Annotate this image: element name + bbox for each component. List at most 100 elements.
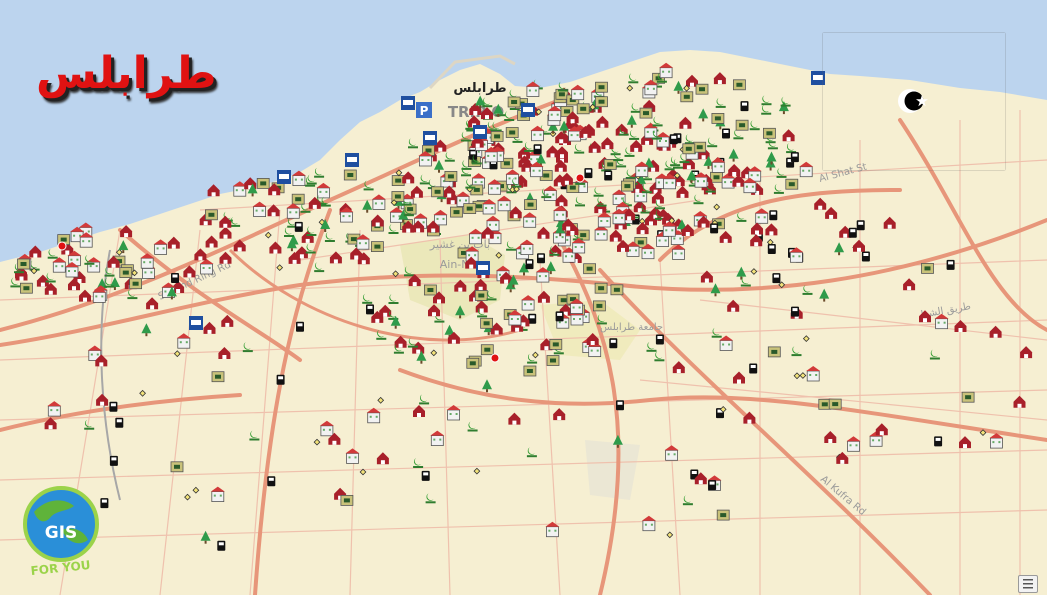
fuel-icon[interactable] (722, 128, 730, 139)
bank-icon[interactable] (592, 300, 606, 312)
fuel-icon[interactable] (669, 134, 678, 145)
bank-icon[interactable] (610, 284, 624, 296)
fuel-icon[interactable] (366, 304, 374, 315)
bank-icon[interactable] (340, 494, 354, 506)
bank-icon[interactable] (524, 199, 537, 211)
fuel-icon[interactable] (109, 455, 118, 466)
bus-stop-icon[interactable] (473, 125, 487, 139)
fuel-icon[interactable] (100, 498, 109, 509)
bank-icon[interactable] (961, 391, 975, 403)
fuel-icon[interactable] (946, 259, 955, 270)
fuel-icon[interactable] (421, 470, 430, 481)
fuel-icon[interactable] (584, 168, 593, 179)
bus-stop-icon[interactable] (521, 103, 535, 117)
bank-icon[interactable] (546, 355, 560, 366)
red-marker-icon[interactable] (575, 173, 585, 183)
fuel-icon[interactable] (790, 152, 799, 163)
bank-icon[interactable] (583, 263, 597, 275)
fuel-icon[interactable] (708, 480, 717, 491)
bank-icon[interactable] (480, 344, 494, 356)
fuel-icon[interactable] (848, 227, 857, 238)
bank-icon[interactable] (370, 241, 384, 253)
fuel-icon[interactable] (861, 251, 870, 262)
fuel-icon[interactable] (217, 540, 226, 551)
bank-icon[interactable] (735, 119, 749, 131)
bank-icon[interactable] (695, 83, 709, 95)
fuel-icon[interactable] (791, 306, 799, 317)
bank-icon[interactable] (620, 180, 634, 192)
bank-icon[interactable] (466, 357, 480, 369)
fuel-icon[interactable] (109, 401, 118, 412)
bank-icon[interactable] (594, 282, 608, 294)
bank-icon[interactable] (716, 509, 730, 521)
bank-icon[interactable] (470, 184, 484, 196)
fuel-icon[interactable] (555, 311, 564, 322)
bus-stop-icon[interactable] (401, 96, 415, 110)
fuel-icon[interactable] (267, 476, 276, 487)
bank-icon[interactable] (828, 398, 842, 410)
bank-icon[interactable] (505, 127, 519, 138)
bank-icon[interactable] (921, 262, 934, 274)
bus-stop-icon[interactable] (345, 153, 359, 167)
bus-stop-icon[interactable] (189, 316, 203, 330)
bank-icon[interactable] (762, 127, 776, 139)
fuel-icon[interactable] (767, 244, 776, 254)
fuel-icon[interactable] (537, 253, 545, 264)
map-view[interactable]: طرابلس TRIP O باب بن غشير Ain-No Second … (0, 0, 1047, 595)
bank-icon[interactable] (291, 193, 305, 205)
red-marker-icon[interactable] (490, 353, 500, 363)
bank-icon[interactable] (682, 143, 696, 155)
bank-icon[interactable] (463, 203, 477, 215)
fuel-icon[interactable] (856, 220, 865, 231)
bank-icon[interactable] (639, 107, 653, 119)
fuel-icon[interactable] (749, 363, 758, 374)
bus-stop-icon[interactable] (423, 131, 437, 145)
bank-icon[interactable] (595, 81, 608, 93)
bank-icon[interactable] (595, 96, 608, 108)
bank-icon[interactable] (680, 91, 694, 103)
fuel-icon[interactable] (655, 334, 664, 345)
fuel-icon[interactable] (934, 436, 943, 447)
map-menu-button[interactable] (1018, 575, 1038, 593)
bank-icon[interactable] (576, 103, 590, 115)
bank-icon[interactable] (204, 209, 218, 221)
fuel-icon[interactable] (525, 259, 534, 270)
fuel-icon[interactable] (533, 144, 542, 155)
fuel-icon[interactable] (171, 273, 179, 283)
bank-icon[interactable] (211, 371, 225, 383)
bank-icon[interactable] (480, 317, 494, 329)
bank-icon[interactable] (19, 282, 33, 294)
fuel-icon[interactable] (115, 417, 124, 428)
fuel-icon[interactable] (296, 321, 304, 332)
fuel-icon[interactable] (616, 400, 624, 411)
bank-icon[interactable] (693, 141, 707, 153)
bank-icon[interactable] (17, 258, 30, 270)
red-marker-icon[interactable] (57, 241, 67, 251)
bank-icon[interactable] (474, 290, 488, 301)
fuel-icon[interactable] (294, 221, 303, 232)
bank-icon[interactable] (767, 346, 781, 358)
fuel-icon[interactable] (276, 374, 285, 385)
fuel-icon[interactable] (604, 170, 613, 181)
fuel-icon[interactable] (609, 338, 618, 349)
bank-icon[interactable] (785, 178, 799, 190)
bank-icon[interactable] (549, 338, 563, 350)
bank-icon[interactable] (444, 170, 458, 182)
bank-icon[interactable] (343, 169, 357, 181)
bank-icon[interactable] (256, 177, 270, 189)
parking-icon[interactable]: P (416, 102, 432, 118)
fuel-icon[interactable] (740, 101, 749, 112)
bus-stop-icon[interactable] (277, 170, 291, 184)
fuel-icon[interactable] (772, 273, 781, 284)
bank-icon[interactable] (450, 206, 463, 218)
bank-icon[interactable] (507, 96, 521, 108)
fuel-icon[interactable] (769, 210, 778, 221)
bank-icon[interactable] (711, 112, 725, 124)
fuel-icon[interactable] (710, 223, 719, 234)
bus-stop-icon[interactable] (476, 261, 490, 275)
bank-icon[interactable] (129, 278, 143, 290)
bank-icon[interactable] (423, 284, 437, 296)
bank-icon[interactable] (431, 186, 445, 198)
bank-icon[interactable] (523, 365, 537, 377)
bank-icon[interactable] (732, 79, 746, 91)
